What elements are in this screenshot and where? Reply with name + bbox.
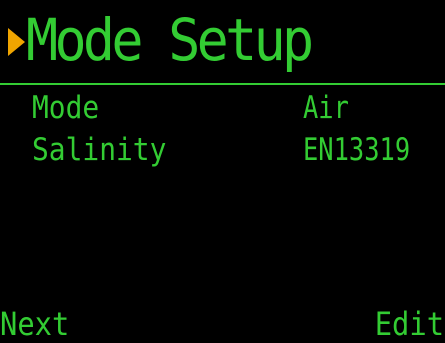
header: Mode Setup xyxy=(0,4,445,82)
dive-computer-screen: Mode Setup Mode Air Salinity EN13319 Nex… xyxy=(0,0,445,343)
selection-cursor-icon xyxy=(8,28,25,56)
settings-row-salinity[interactable]: Salinity EN13319 xyxy=(0,132,445,168)
page-title: Mode Setup xyxy=(26,6,314,74)
edit-softkey-button[interactable]: Edit xyxy=(375,305,444,343)
settings-row-mode[interactable]: Mode Air xyxy=(0,90,445,126)
setting-label: Mode xyxy=(32,90,100,126)
next-softkey-button[interactable]: Next xyxy=(0,305,69,343)
setting-value: Air xyxy=(303,90,349,126)
setting-label: Salinity xyxy=(32,132,167,168)
header-divider xyxy=(0,83,445,85)
setting-value: EN13319 xyxy=(303,132,411,168)
